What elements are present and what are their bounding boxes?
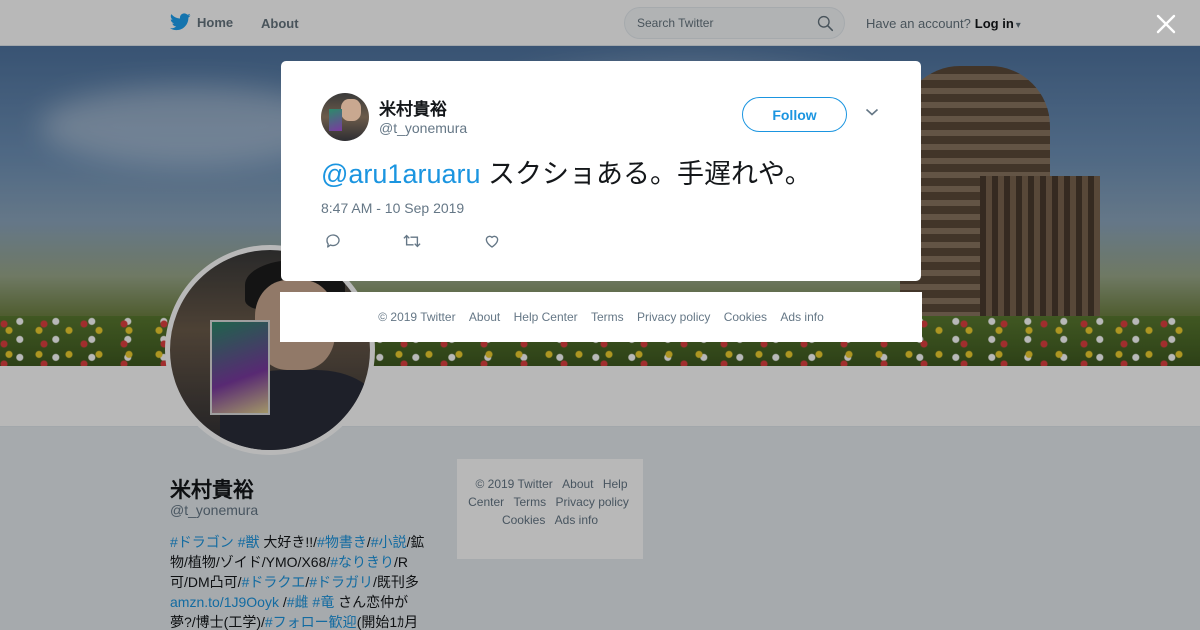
tweet-permalink-card: 米村貴裕 @t_yonemura Follow @aru1aruaru スクショ… xyxy=(281,61,921,281)
modal-footer-link[interactable]: Privacy policy xyxy=(637,310,710,324)
tweet-timestamp[interactable]: 8:47 AM - 10 Sep 2019 xyxy=(321,200,464,216)
heart-icon[interactable] xyxy=(483,232,501,250)
chevron-down-icon[interactable] xyxy=(865,107,879,117)
modal-footer-link[interactable]: Ads info xyxy=(780,310,823,324)
close-icon[interactable] xyxy=(1154,12,1178,36)
modal-footer-link[interactable]: Help Center xyxy=(514,310,578,324)
tweet-author-name[interactable]: 米村貴裕 xyxy=(379,95,447,120)
tweet-author-avatar[interactable] xyxy=(321,93,369,141)
modal-footer-link[interactable]: © 2019 Twitter xyxy=(378,310,455,324)
tweet-text: @aru1aruaru スクショある。手遅れや。 xyxy=(321,152,812,191)
modal-footer-links: © 2019 Twitter About Help Center Terms P… xyxy=(280,292,922,342)
modal-footer-link[interactable]: About xyxy=(469,310,500,324)
modal-footer-link[interactable]: Cookies xyxy=(724,310,767,324)
reply-icon[interactable] xyxy=(324,232,342,250)
tweet-author-handle[interactable]: @t_yonemura xyxy=(379,120,467,136)
retweet-icon[interactable] xyxy=(402,232,422,250)
modal-footer-link[interactable]: Terms xyxy=(591,310,624,324)
tweet-body: スクショある。手遅れや。 xyxy=(480,159,812,189)
tweet-mention-link[interactable]: @aru1aruaru xyxy=(321,159,481,189)
follow-button[interactable]: Follow xyxy=(742,97,847,132)
